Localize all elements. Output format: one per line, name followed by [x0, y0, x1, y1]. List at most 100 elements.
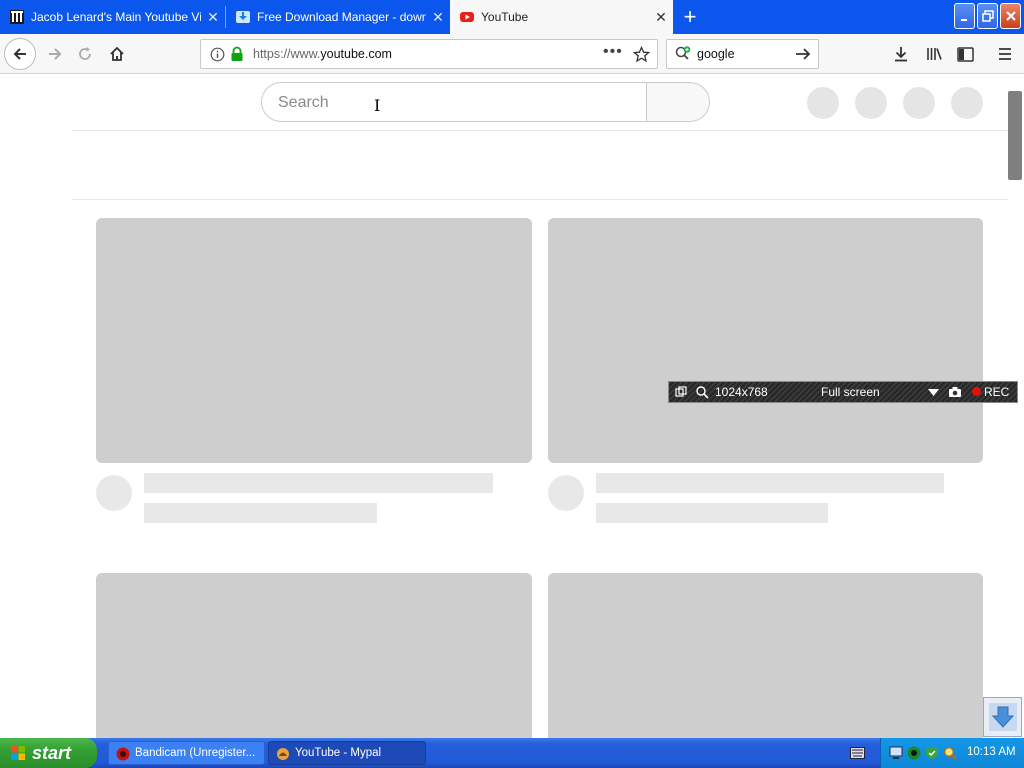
youtube-search-input[interactable]: Search [261, 82, 647, 122]
start-button[interactable]: start [0, 738, 97, 768]
minimize-button[interactable] [954, 3, 975, 29]
reload-icon [79, 47, 91, 60]
sidebar-icon [956, 46, 974, 62]
header-icon-placeholder[interactable] [903, 87, 935, 119]
navigation-toolbar: https://www.youtube.com ••• google [0, 34, 1024, 74]
rec-label: REC [984, 385, 1010, 399]
search-tray-icon[interactable] [943, 746, 957, 760]
taskbar-item-label: YouTube - Mypal [295, 747, 382, 759]
fdm-icon [236, 11, 250, 23]
update-shield-icon[interactable] [925, 746, 939, 760]
meta-placeholder [144, 503, 377, 523]
youtube-page: Search I [0, 74, 1024, 738]
record-button[interactable]: REC [972, 385, 1009, 399]
reload-button[interactable] [70, 39, 100, 69]
library-icon [10, 10, 24, 24]
page-actions-icon[interactable]: ••• [603, 43, 623, 61]
resolution-label: 1024x768 [715, 385, 768, 399]
lock-icon[interactable] [230, 46, 244, 62]
restore-icon [981, 10, 994, 22]
meta-placeholder [596, 503, 828, 523]
bandicam-recording-bar: 1024x768 Full screen REC [668, 381, 1018, 403]
media-player-icon[interactable] [907, 746, 921, 760]
close-icon [1005, 11, 1016, 21]
close-tab-icon[interactable]: ✕ [201, 9, 225, 26]
new-tab-button[interactable]: + [676, 4, 704, 30]
back-button[interactable] [4, 38, 36, 70]
search-engine-text: google [697, 47, 735, 61]
text-cursor-icon: I [374, 96, 381, 115]
window-mode-icon[interactable] [675, 386, 687, 398]
address-bar[interactable]: https://www.youtube.com ••• [200, 39, 658, 69]
header-icon-placeholder[interactable] [855, 87, 887, 119]
taskbar-item-bandicam[interactable]: Bandicam (Unregister... [108, 741, 265, 765]
close-tab-icon[interactable]: ✕ [649, 9, 673, 26]
arrow-right-icon [49, 48, 62, 60]
menu-button[interactable] [990, 39, 1020, 69]
title-placeholder [596, 473, 944, 493]
tab-strip: Jacob Lenard's Main Youtube Vide ✕ Free … [0, 0, 1024, 34]
arrow-left-icon [13, 48, 26, 60]
url-text[interactable]: https://www.youtube.com [253, 47, 392, 61]
forward-button[interactable] [40, 39, 70, 69]
system-tray: 10:13 AM [880, 738, 1024, 768]
network-icon[interactable] [889, 746, 903, 760]
start-label: start [32, 742, 72, 763]
search-icon [675, 46, 691, 60]
hamburger-menu-icon [999, 48, 1011, 60]
record-dot-icon [972, 387, 981, 396]
windows-flag-icon [11, 746, 25, 760]
home-icon [110, 46, 124, 61]
scrollbar-thumb[interactable] [1008, 91, 1022, 180]
tab-title: Free Download Manager - downlo [257, 10, 426, 24]
channel-avatar-placeholder [96, 475, 132, 511]
tab-title: Jacob Lenard's Main Youtube Vide [31, 10, 201, 24]
keyboard-icon[interactable] [850, 747, 865, 759]
video-thumbnail-placeholder[interactable] [548, 218, 983, 463]
video-thumbnail-placeholder[interactable] [548, 573, 983, 738]
system-clock[interactable]: 10:13 AM [967, 746, 1016, 758]
divider [72, 130, 1008, 131]
header-icon-placeholder[interactable] [807, 87, 839, 119]
bandicam-icon [116, 747, 130, 761]
download-arrow-icon [989, 703, 1017, 731]
windows-taskbar: start Bandicam (Unregister... YouTube - … [0, 738, 1024, 768]
search-engine-bar[interactable]: google [666, 39, 819, 69]
sidebar-button[interactable] [950, 39, 980, 69]
video-thumbnail-placeholder[interactable] [96, 573, 532, 738]
library-button[interactable] [919, 39, 949, 69]
go-arrow-icon[interactable] [795, 47, 811, 61]
tab-jacob-lenard[interactable]: Jacob Lenard's Main Youtube Vide ✕ [0, 0, 225, 34]
restore-button[interactable] [977, 3, 998, 29]
tab-free-download-manager[interactable]: Free Download Manager - downlo ✕ [226, 0, 450, 34]
minimize-icon [960, 19, 967, 21]
dropdown-arrow-icon[interactable] [928, 389, 939, 396]
search-placeholder: Search [278, 94, 329, 111]
camera-icon[interactable] [948, 386, 962, 398]
bookmark-star-icon[interactable] [633, 46, 650, 63]
taskbar-item-mypal[interactable]: YouTube - Mypal [268, 741, 426, 765]
url-prefix: https://www. [253, 47, 321, 61]
youtube-search-button[interactable] [646, 82, 710, 122]
video-thumbnail-placeholder[interactable] [96, 218, 532, 463]
channel-avatar-placeholder [548, 475, 584, 511]
title-placeholder [144, 473, 493, 493]
download-widget[interactable] [983, 697, 1022, 737]
close-tab-icon[interactable]: ✕ [426, 9, 450, 26]
mypal-icon [277, 748, 289, 760]
url-host: youtube.com [320, 47, 392, 61]
library-icon [926, 48, 942, 60]
taskbar-item-label: Bandicam (Unregister... [135, 747, 256, 759]
header-icon-placeholder[interactable] [951, 87, 983, 119]
download-icon [895, 47, 907, 62]
capture-mode-label[interactable]: Full screen [821, 385, 880, 399]
youtube-icon [460, 12, 474, 22]
tab-title: YouTube [481, 10, 529, 24]
tab-youtube[interactable]: YouTube ✕ [450, 0, 673, 34]
magnifier-icon[interactable] [696, 386, 709, 399]
home-button[interactable] [102, 39, 132, 69]
info-icon[interactable] [210, 47, 225, 62]
downloads-button[interactable] [886, 39, 916, 69]
divider [72, 199, 1008, 200]
close-window-button[interactable] [1000, 3, 1021, 29]
